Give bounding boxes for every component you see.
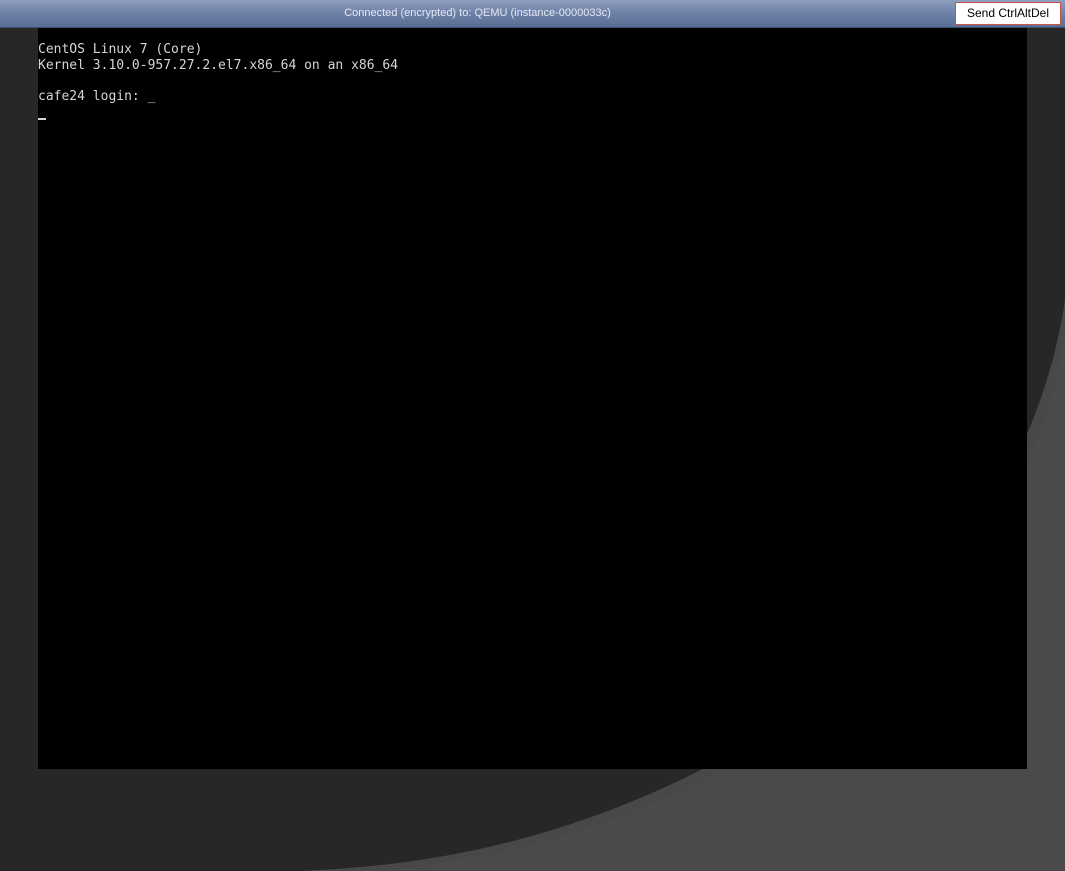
title-bar: Connected (encrypted) to: QEMU (instance… xyxy=(0,0,1065,28)
console-line: Kernel 3.10.0-957.27.2.el7.x86_64 on an … xyxy=(38,58,399,73)
text-cursor xyxy=(38,118,46,120)
console-login-prompt: cafe24 login: _ xyxy=(38,89,156,104)
vnc-viewer: Connected (encrypted) to: QEMU (instance… xyxy=(0,0,1065,871)
vnc-console-screen[interactable]: CentOS Linux 7 (Core) Kernel 3.10.0-957.… xyxy=(38,28,1027,769)
connection-status-title: Connected (encrypted) to: QEMU (instance… xyxy=(344,7,611,19)
send-ctrl-alt-del-button[interactable]: Send CtrlAltDel xyxy=(955,2,1061,25)
console-line: CentOS Linux 7 (Core) xyxy=(38,42,203,57)
